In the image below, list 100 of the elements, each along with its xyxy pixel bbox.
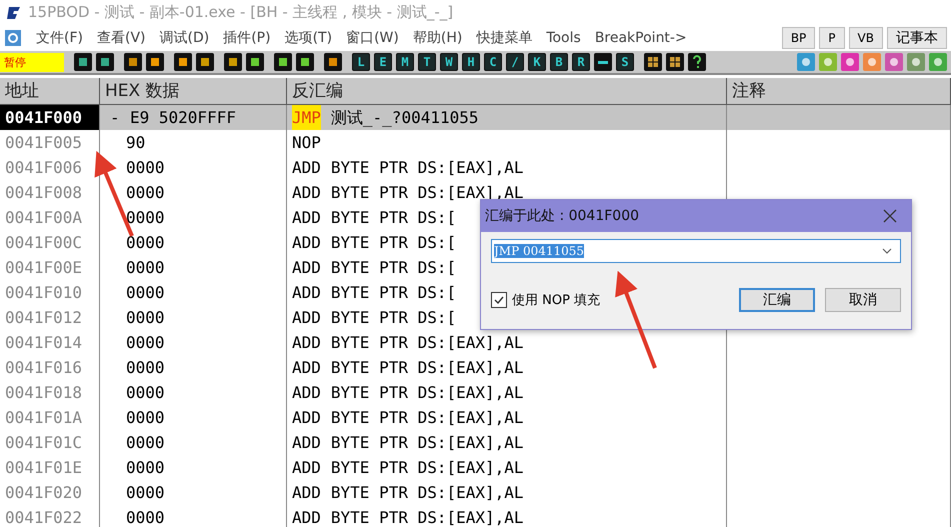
mnemonic: ADD xyxy=(292,432,321,454)
menu-item[interactable]: 调试(D) xyxy=(160,29,210,47)
menu-item[interactable]: Tools xyxy=(546,30,581,46)
toolbar-icon[interactable] xyxy=(224,53,242,71)
hex-cell-text: 0000 xyxy=(126,207,165,229)
menu-button[interactable]: BP xyxy=(782,27,816,49)
menu-item[interactable]: 快捷菜单 xyxy=(476,29,532,47)
address-cell: 0041F012 xyxy=(0,305,100,330)
dialog-title: 汇编于此处 : 0041F000 xyxy=(485,207,640,225)
operands: BYTE PTR DS:[EAX],AL xyxy=(330,482,524,504)
mnemonic: ADD xyxy=(292,257,321,279)
toolbar-button[interactable]: M xyxy=(396,53,414,71)
operands: BYTE PTR DS:[EAX],AL xyxy=(330,182,524,204)
toolbar-button[interactable]: E xyxy=(374,53,392,71)
hex-cell-text: 0000 xyxy=(126,332,165,354)
toolbar-icon[interactable] xyxy=(274,53,292,71)
operands: BYTE PTR DS:[ xyxy=(330,207,456,229)
toolbar-button[interactable]: K xyxy=(528,53,546,71)
toolbar-button[interactable]: R xyxy=(572,53,590,71)
hex-cell-text: 0000 xyxy=(126,432,165,454)
menu-item[interactable]: 插件(P) xyxy=(223,29,271,47)
hex-cell-text: 0000 xyxy=(126,507,165,527)
hex-cell-text: 0000 xyxy=(126,407,165,429)
operands: BYTE PTR DS:[EAX],AL xyxy=(330,382,524,404)
toolbar-button[interactable]: B xyxy=(550,53,568,71)
address-cell: 0041F016 xyxy=(0,355,100,380)
toolbar-icon[interactable] xyxy=(594,53,612,71)
dialog-button[interactable]: 取消 xyxy=(825,288,901,312)
address-cell: 0041F018 xyxy=(0,380,100,405)
address-cell: 0041F01C xyxy=(0,430,100,455)
grid-icon[interactable] xyxy=(644,53,662,71)
toolbar-button[interactable]: S xyxy=(616,53,634,71)
mnemonic: ADD xyxy=(292,407,321,429)
mnemonic: ADD xyxy=(292,182,321,204)
address-cell: 0041F006 xyxy=(0,155,100,180)
menu-item[interactable]: 查看(V) xyxy=(96,29,146,47)
menu-item[interactable]: 选项(T) xyxy=(284,29,332,47)
toolbar-button[interactable]: T xyxy=(418,53,436,71)
toolbar-button[interactable]: H xyxy=(462,53,480,71)
grid-icon[interactable] xyxy=(666,53,684,71)
caret-icon[interactable] xyxy=(882,248,892,254)
mnemonic: ADD xyxy=(292,307,321,329)
menu-item[interactable]: BreakPoint-> xyxy=(594,30,687,46)
mnemonic: ADD xyxy=(292,207,321,229)
operands: BYTE PTR DS:[EAX],AL xyxy=(330,357,524,379)
operands: BYTE PTR DS:[ xyxy=(330,307,456,329)
dialog-button[interactable]: 汇编 xyxy=(739,288,815,312)
app-icon[interactable] xyxy=(4,29,22,47)
menu-item[interactable]: 帮助(H) xyxy=(412,29,462,47)
mnemonic: JMP xyxy=(292,105,321,130)
toolbar-button[interactable]: L xyxy=(352,53,370,71)
hex-cell-text: 0000 xyxy=(126,232,165,254)
toolbar-button[interactable]: / xyxy=(506,53,524,71)
mnemonic: ADD xyxy=(292,507,321,527)
menu-button[interactable]: 记事本 xyxy=(887,27,947,49)
menu-item[interactable]: 文件(F) xyxy=(36,29,83,47)
hex-cell-text: E9 5020FFFF xyxy=(130,107,236,129)
hex-cell-text: 0000 xyxy=(126,357,165,379)
column-header[interactable]: 反汇编 xyxy=(287,78,727,105)
toolbar-icon[interactable] xyxy=(96,53,114,71)
toolbar-button[interactable]: W xyxy=(440,53,458,71)
address-cell: 0041F00C xyxy=(0,230,100,255)
operands: BYTE PTR DS:[EAX],AL xyxy=(330,332,524,354)
operands: 测试_-_?00411055 xyxy=(330,107,478,129)
toolbar-icon[interactable] xyxy=(124,53,142,71)
column-header[interactable]: HEX 数据 xyxy=(100,78,287,105)
status-label: 暂停 xyxy=(0,52,64,72)
mnemonic: ADD xyxy=(292,357,321,379)
toolbar-icon[interactable] xyxy=(74,53,92,71)
menu-button[interactable]: P xyxy=(819,27,845,49)
operands: BYTE PTR DS:[ xyxy=(330,232,456,254)
hex-cell-text: 0000 xyxy=(126,282,165,304)
toolbar-icon[interactable] xyxy=(324,53,342,71)
toolbar-icon[interactable] xyxy=(246,53,264,71)
address-cell: 0041F01E xyxy=(0,455,100,480)
column-header[interactable]: 地址 xyxy=(0,78,100,105)
toolbar-icon[interactable] xyxy=(196,53,214,71)
instruction-combo[interactable]: JMP 00411055 xyxy=(491,239,901,263)
toolbar-button[interactable]: C xyxy=(484,53,502,71)
checkbox[interactable] xyxy=(491,292,507,308)
hex-cell-text: 0000 xyxy=(126,457,165,479)
menu-item[interactable]: 窗口(W) xyxy=(346,29,399,47)
mnemonic: ADD xyxy=(292,232,321,254)
mnemonic: ADD xyxy=(292,457,321,479)
operands: BYTE PTR DS:[ xyxy=(330,257,456,279)
help-icon[interactable] xyxy=(688,53,706,71)
address-cell: 0041F010 xyxy=(0,280,100,305)
address-cell: 0041F008 xyxy=(0,180,100,205)
menu-button[interactable]: VB xyxy=(848,27,883,49)
address-cell: 0041F014 xyxy=(0,330,100,355)
toolbar-icon[interactable] xyxy=(296,53,314,71)
close-icon[interactable] xyxy=(883,209,897,223)
toolbar-icon[interactable] xyxy=(174,53,192,71)
column-header[interactable]: 注释 xyxy=(727,78,951,105)
hex-cell-text: 0000 xyxy=(126,382,165,404)
address-cell: 0041F01A xyxy=(0,405,100,430)
jump-mark: - xyxy=(110,107,120,129)
toolbar-icon[interactable] xyxy=(146,53,164,71)
window-title: 15PBOD - 测试 - 副本-01.exe - [BH - 主线程 , 模块 - 测试_-_] xyxy=(28,3,454,22)
mnemonic: ADD xyxy=(292,332,321,354)
